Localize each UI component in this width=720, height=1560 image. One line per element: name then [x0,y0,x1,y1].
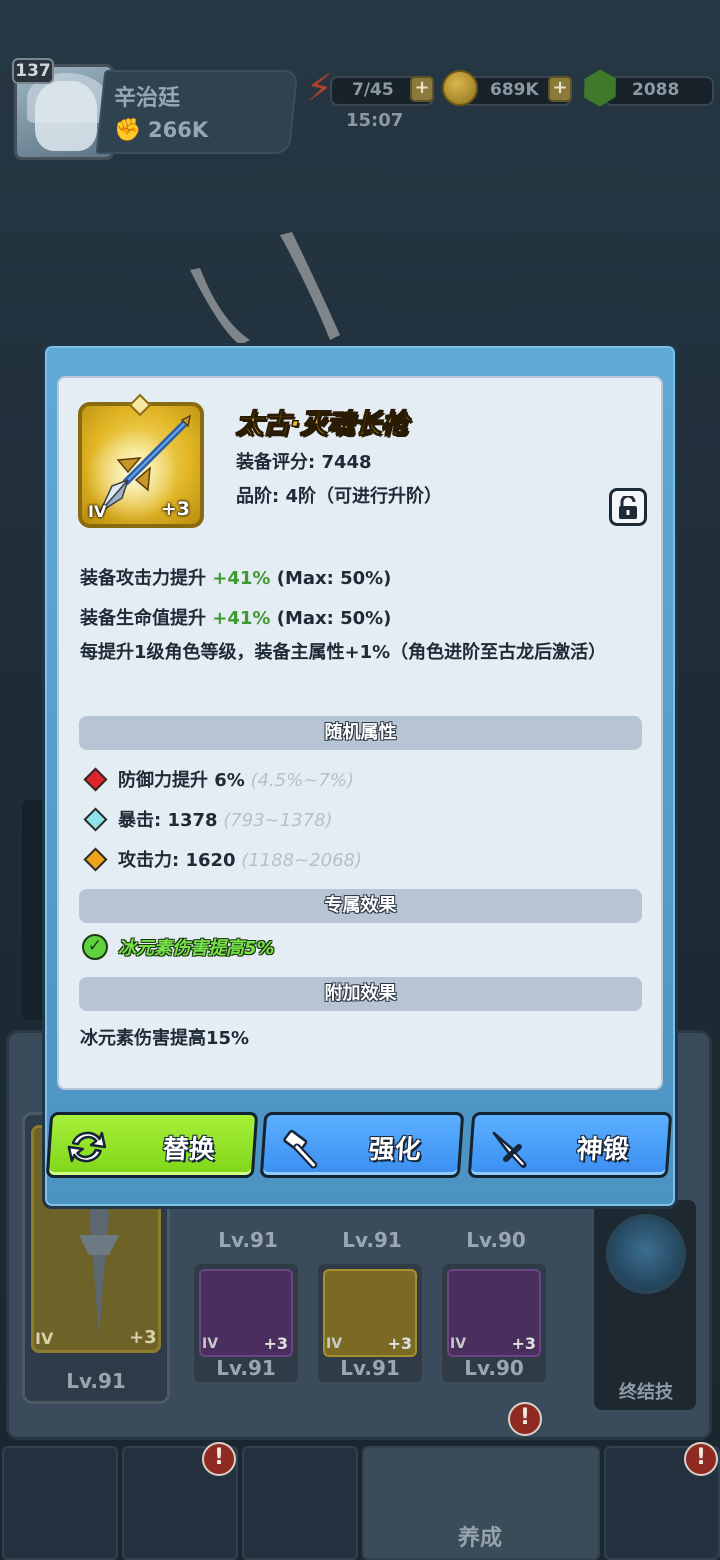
random-attr-label: 暴击: 1378 [118,810,218,831]
level-bonus-text: 每提升1级角色等级，装备主属性+1%（角色进阶至古龙后激活） [80,642,607,663]
exclusive-effect-row: ✓ 冰元素伤害提高5% [82,934,275,962]
check-icon: ✓ [82,934,108,960]
hammer-icon [283,1129,318,1169]
exclusive-header: 专属效果 [79,889,642,923]
enhance-label: 强化 [367,1135,422,1165]
random-attr-row: 攻击力: 1620 (1188~2068) [83,846,363,874]
forge-button[interactable]: 神锻 [467,1112,673,1178]
attack-bonus-label: 装备攻击力提升 [80,568,213,589]
lock-button[interactable] [609,488,647,526]
random-attr-range: (4.5%~7%) [244,770,354,791]
item-score: 装备评分: 7448 [236,452,372,473]
random-attr-range: (793~1378) [217,810,333,831]
replace-button[interactable]: 替换 [45,1112,259,1178]
red-diamond-icon [83,767,108,792]
replace-label: 替换 [161,1135,216,1165]
item-name: 太古·灭魂长枪 [235,409,409,441]
item-grade: 品阶: 4阶（可进行升阶） [236,486,442,507]
item-plus: +3 [160,498,190,520]
forge-label: 神锻 [575,1135,630,1165]
cyan-diamond-icon [83,807,108,832]
attack-bonus-max: (Max: 50%) [270,568,392,589]
random-attrs-header: 随机属性 [79,716,642,750]
exclusive-effect-text: 冰元素伤害提高5% [118,938,275,959]
random-attr-range: (1188~2068) [235,850,363,871]
extra-effect-header: 附加效果 [79,977,642,1011]
enhance-button[interactable]: 强化 [259,1112,465,1178]
random-attr-label: 防御力提升 6% [118,770,245,791]
random-attr-row: 暴击: 1378 (793~1378) [83,806,333,834]
hp-bonus-line: 装备生命值提升 +41% (Max: 50%) [80,604,391,630]
extra-effect-text: 冰元素伤害提高15% [80,1028,250,1049]
attack-bonus-line: 装备攻击力提升 +41% (Max: 50%) [80,564,391,590]
random-attr-label: 攻击力: 1620 [118,850,236,871]
orange-diamond-icon [83,847,108,872]
sword-icon [492,1131,527,1168]
item-tier: IV [88,502,107,521]
hp-bonus-label: 装备生命值提升 [80,608,213,629]
unlock-icon [619,494,637,519]
hp-bonus-max: (Max: 50%) [270,608,392,629]
attack-bonus-value: +41% [212,568,271,589]
swap-icon [67,1131,107,1163]
random-attr-row: 防御力提升 6% (4.5%~7%) [83,766,354,794]
item-icon-frame: IV +3 [78,402,204,528]
hp-bonus-value: +41% [212,608,271,629]
